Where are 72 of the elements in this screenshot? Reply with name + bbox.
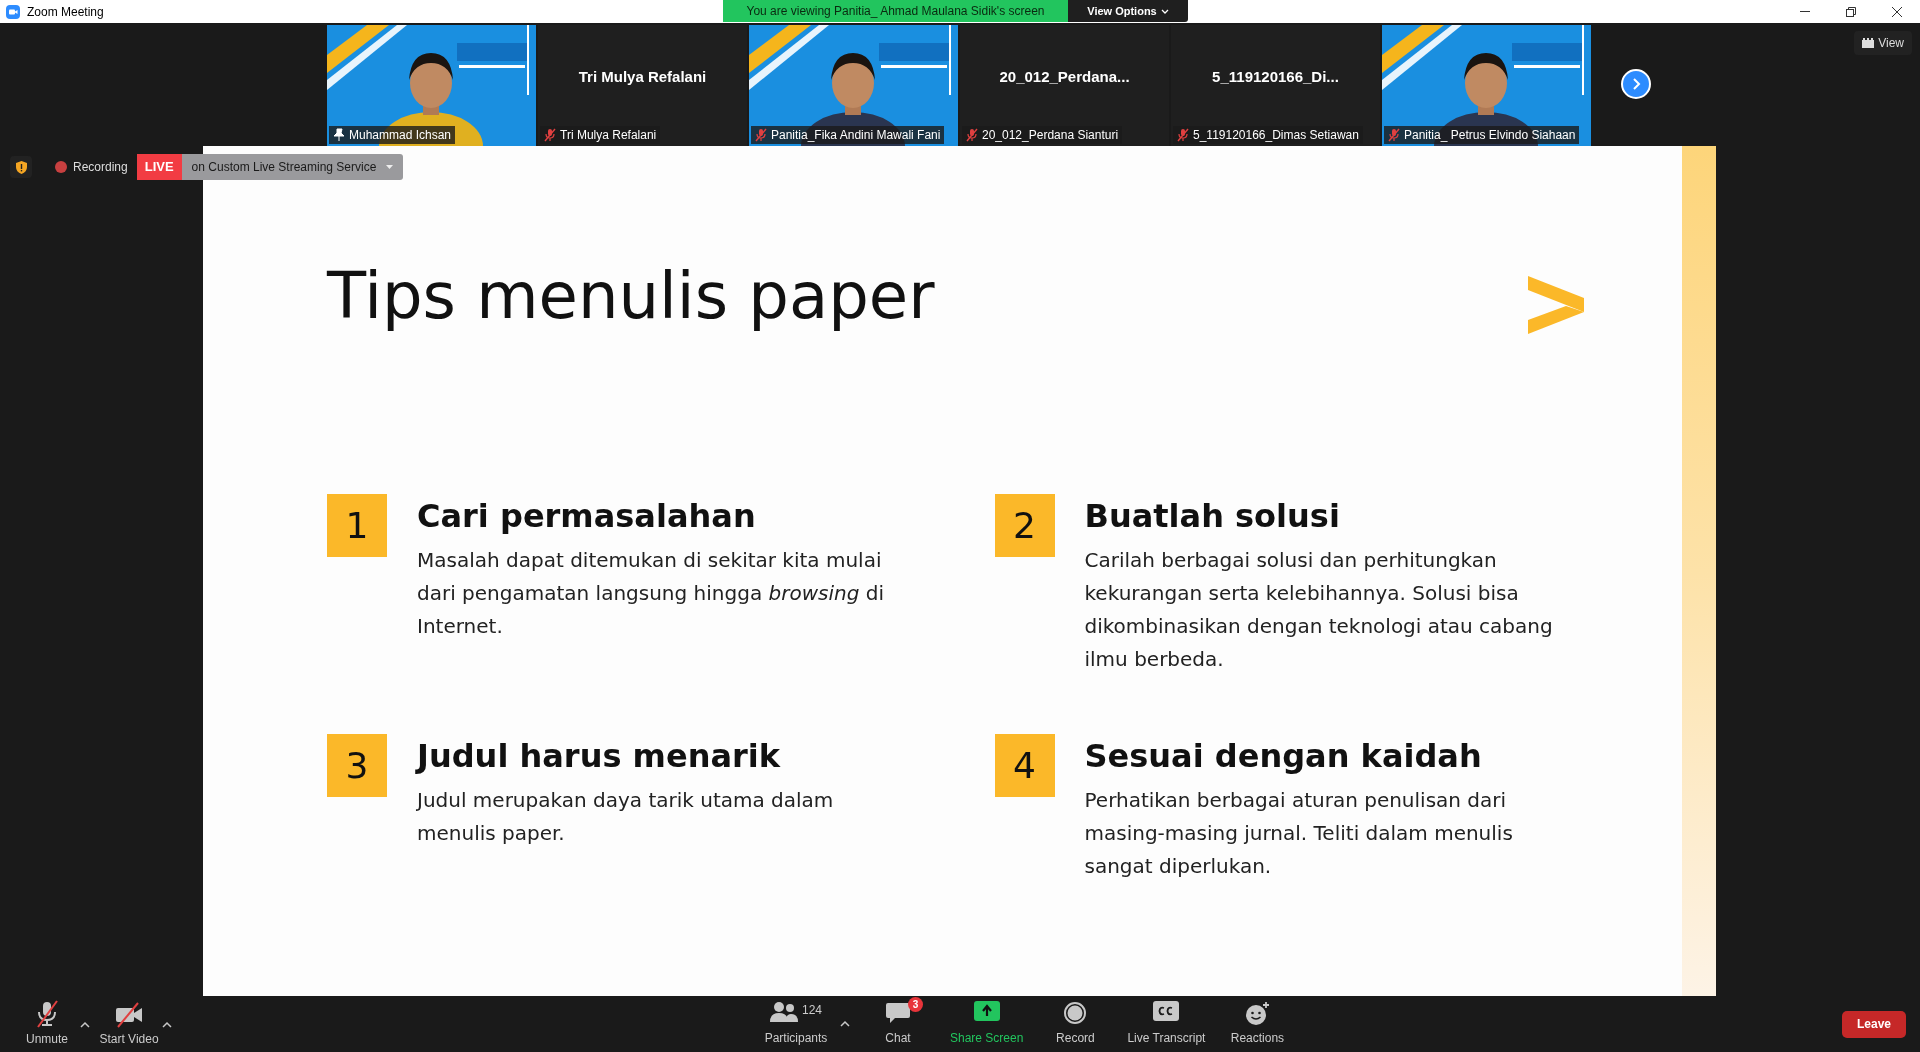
tip-description: Judul merupakan daya tarik utama dalam menulis paper. [417, 787, 835, 847]
participant-display-name: 20_012_Perdana... [999, 67, 1130, 88]
name-label: Panitia_ Petrus Elvindo Siahaan [1384, 126, 1580, 144]
video-tile[interactable]: 5_119120166_Di... 5_119120166_Dimas Setiawan [1171, 25, 1380, 146]
restore-icon [1846, 6, 1856, 17]
muted-mic-icon [755, 128, 767, 142]
leave-button[interactable]: Leave [1841, 1010, 1906, 1038]
toolbar-button[interactable]: Unmute [22, 1000, 72, 1048]
app-logo-icon [6, 4, 20, 19]
participant-display-name: 5_119120166_Di... [1212, 67, 1339, 88]
recording-dot-icon [55, 161, 67, 173]
view-options-button[interactable]: View Options [1068, 0, 1188, 22]
security-shield-icon [10, 156, 32, 178]
tip-description: Perhatikan berbagai aturan penulisan dari masing-masing jurnal. Teliti dalam menulis sangat diperlukan. [1084, 787, 1514, 880]
name-label: Muhammad Ichsan [329, 126, 456, 144]
unread-badge: 3 [908, 997, 923, 1012]
chevron-right-icon [1631, 77, 1641, 90]
muted-mic-icon [966, 128, 978, 142]
caret-icon [386, 165, 394, 169]
toolbar-button[interactable]: Live Transcript [1123, 1001, 1210, 1047]
record-icon [1063, 1001, 1088, 1025]
participants-icon [770, 1001, 798, 1023]
smiley-plus-icon [1244, 1001, 1271, 1027]
number-badge: 3 [327, 734, 387, 797]
video-tile[interactable]: Tri Mulya Refalani Tri Mulya Refalani [538, 25, 747, 146]
tip-heading: Buatlah solusi [1084, 496, 1341, 536]
screen-share-banner: You are viewing Panitia_ Ahmad Maulana Sidik's screen [723, 0, 1068, 22]
chevron-logo-icon [1526, 276, 1586, 334]
minimize-icon [1800, 10, 1810, 13]
muted-mic-icon [544, 128, 556, 142]
toolbar-button[interactable]: Share Screen [946, 1001, 1028, 1047]
name-label: 5_119120166_Dimas Setiawan [1173, 126, 1363, 144]
number-badge: 2 [994, 494, 1055, 557]
closed-captions-icon [1153, 1001, 1180, 1021]
tip-description: Masalah dapat ditemukan di sekitar kita mulai dari pengamatan langsung hingga browsing di Internet. [417, 547, 885, 640]
tip-description: Carilah berbagai solusi dan perhitungkan kekurangan serta kelebihannya. Solusi bisa dikombinasikan dengan teknologi atau cabang ilmu berbeda. [1084, 547, 1554, 673]
toolbar-button[interactable]: Record [1035, 1001, 1116, 1047]
muted-mic-icon [1177, 128, 1189, 142]
tip-heading: Judul harus menarik [417, 736, 782, 776]
participant-display-name: Tri Mulya Refalani [578, 67, 707, 88]
stopped-video-icon [114, 1002, 144, 1028]
toolbar-button[interactable]: Reactions [1217, 1001, 1298, 1047]
muted-microphone-icon [34, 1000, 60, 1028]
caret-icon [1160, 8, 1169, 14]
recording-label: Recording [73, 159, 128, 176]
toolbar-button[interactable]: 124 Participants [756, 1001, 836, 1047]
name-label: Panitia_Fika Andini Mawali Fani [751, 126, 945, 144]
participant-count: 124 [802, 1002, 822, 1019]
video-tile[interactable]: Muhammad Ichsan [327, 25, 536, 146]
close-icon [1892, 6, 1902, 17]
view-button[interactable]: View [1854, 31, 1912, 55]
number-badge: 1 [327, 494, 387, 557]
window-title: Zoom Meeting [27, 3, 104, 21]
video-tile[interactable]: Panitia_Fika Andini Mawali Fani [749, 25, 958, 146]
video-tile[interactable]: Panitia_ Petrus Elvindo Siahaan [1382, 25, 1591, 146]
caret-icon[interactable] [162, 1021, 172, 1028]
pin-icon [333, 128, 345, 142]
grid-icon [1862, 38, 1875, 48]
video-tile[interactable]: 20_012_Perdana... 20_012_Perdana Sianturi [960, 25, 1169, 146]
number-badge: 4 [994, 734, 1055, 797]
caret-icon[interactable] [840, 1020, 850, 1027]
tip-heading: Cari permasalahan [417, 496, 757, 536]
live-badge: LIVE [136, 154, 182, 180]
name-label: 20_012_Perdana Sianturi [962, 126, 1123, 144]
chat-icon [885, 1001, 911, 1025]
caret-icon[interactable] [80, 1021, 90, 1028]
tip-heading: Sesuai dengan kaidah [1084, 736, 1483, 776]
next-page-button[interactable] [1621, 68, 1651, 99]
muted-mic-icon [1388, 128, 1400, 142]
share-screen-icon [973, 1001, 1000, 1021]
live-streaming-dropdown[interactable]: on Custom Live Streaming Service [181, 154, 404, 180]
name-label: Tri Mulya Refalani [540, 126, 661, 144]
